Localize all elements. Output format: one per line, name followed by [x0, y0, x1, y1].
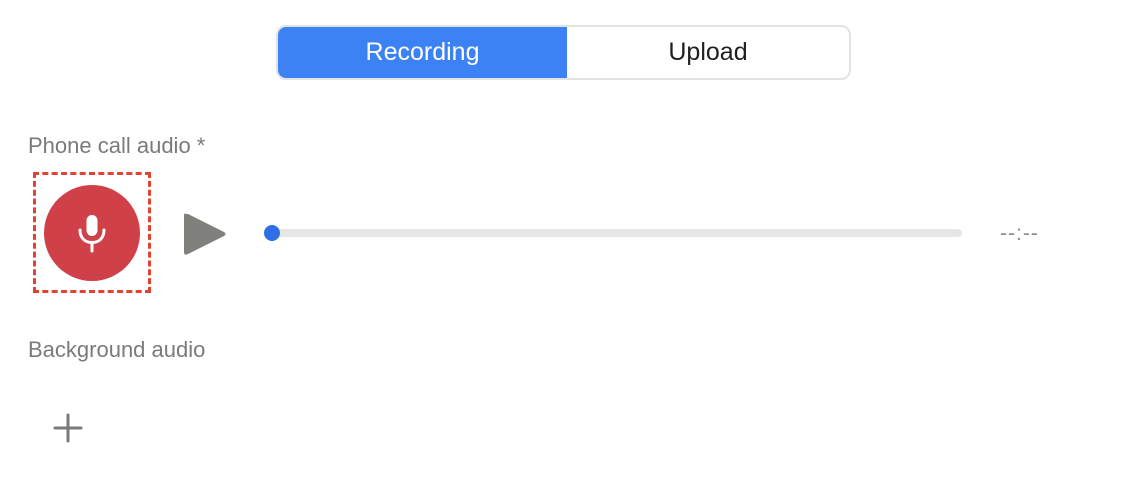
mode-tabs: Recording Upload: [276, 25, 851, 80]
play-icon: [184, 213, 226, 255]
background-audio-label: Background audio: [28, 337, 206, 362]
tab-upload-label: Upload: [668, 38, 748, 66]
plus-icon: [53, 413, 83, 443]
tab-recording-label: Recording: [365, 38, 480, 66]
audio-progress-thumb[interactable]: [264, 225, 280, 241]
tab-upload[interactable]: Upload: [567, 27, 849, 78]
add-background-audio-button[interactable]: [52, 412, 84, 444]
tab-recording[interactable]: Recording: [278, 27, 567, 78]
audio-progress-track[interactable]: [264, 225, 962, 241]
record-mic-button[interactable]: [44, 185, 140, 281]
microphone-icon: [78, 215, 106, 253]
play-button[interactable]: [182, 210, 228, 258]
phone-call-audio-label: Phone call audio *: [28, 133, 206, 158]
audio-duration: --:--: [1000, 222, 1039, 245]
